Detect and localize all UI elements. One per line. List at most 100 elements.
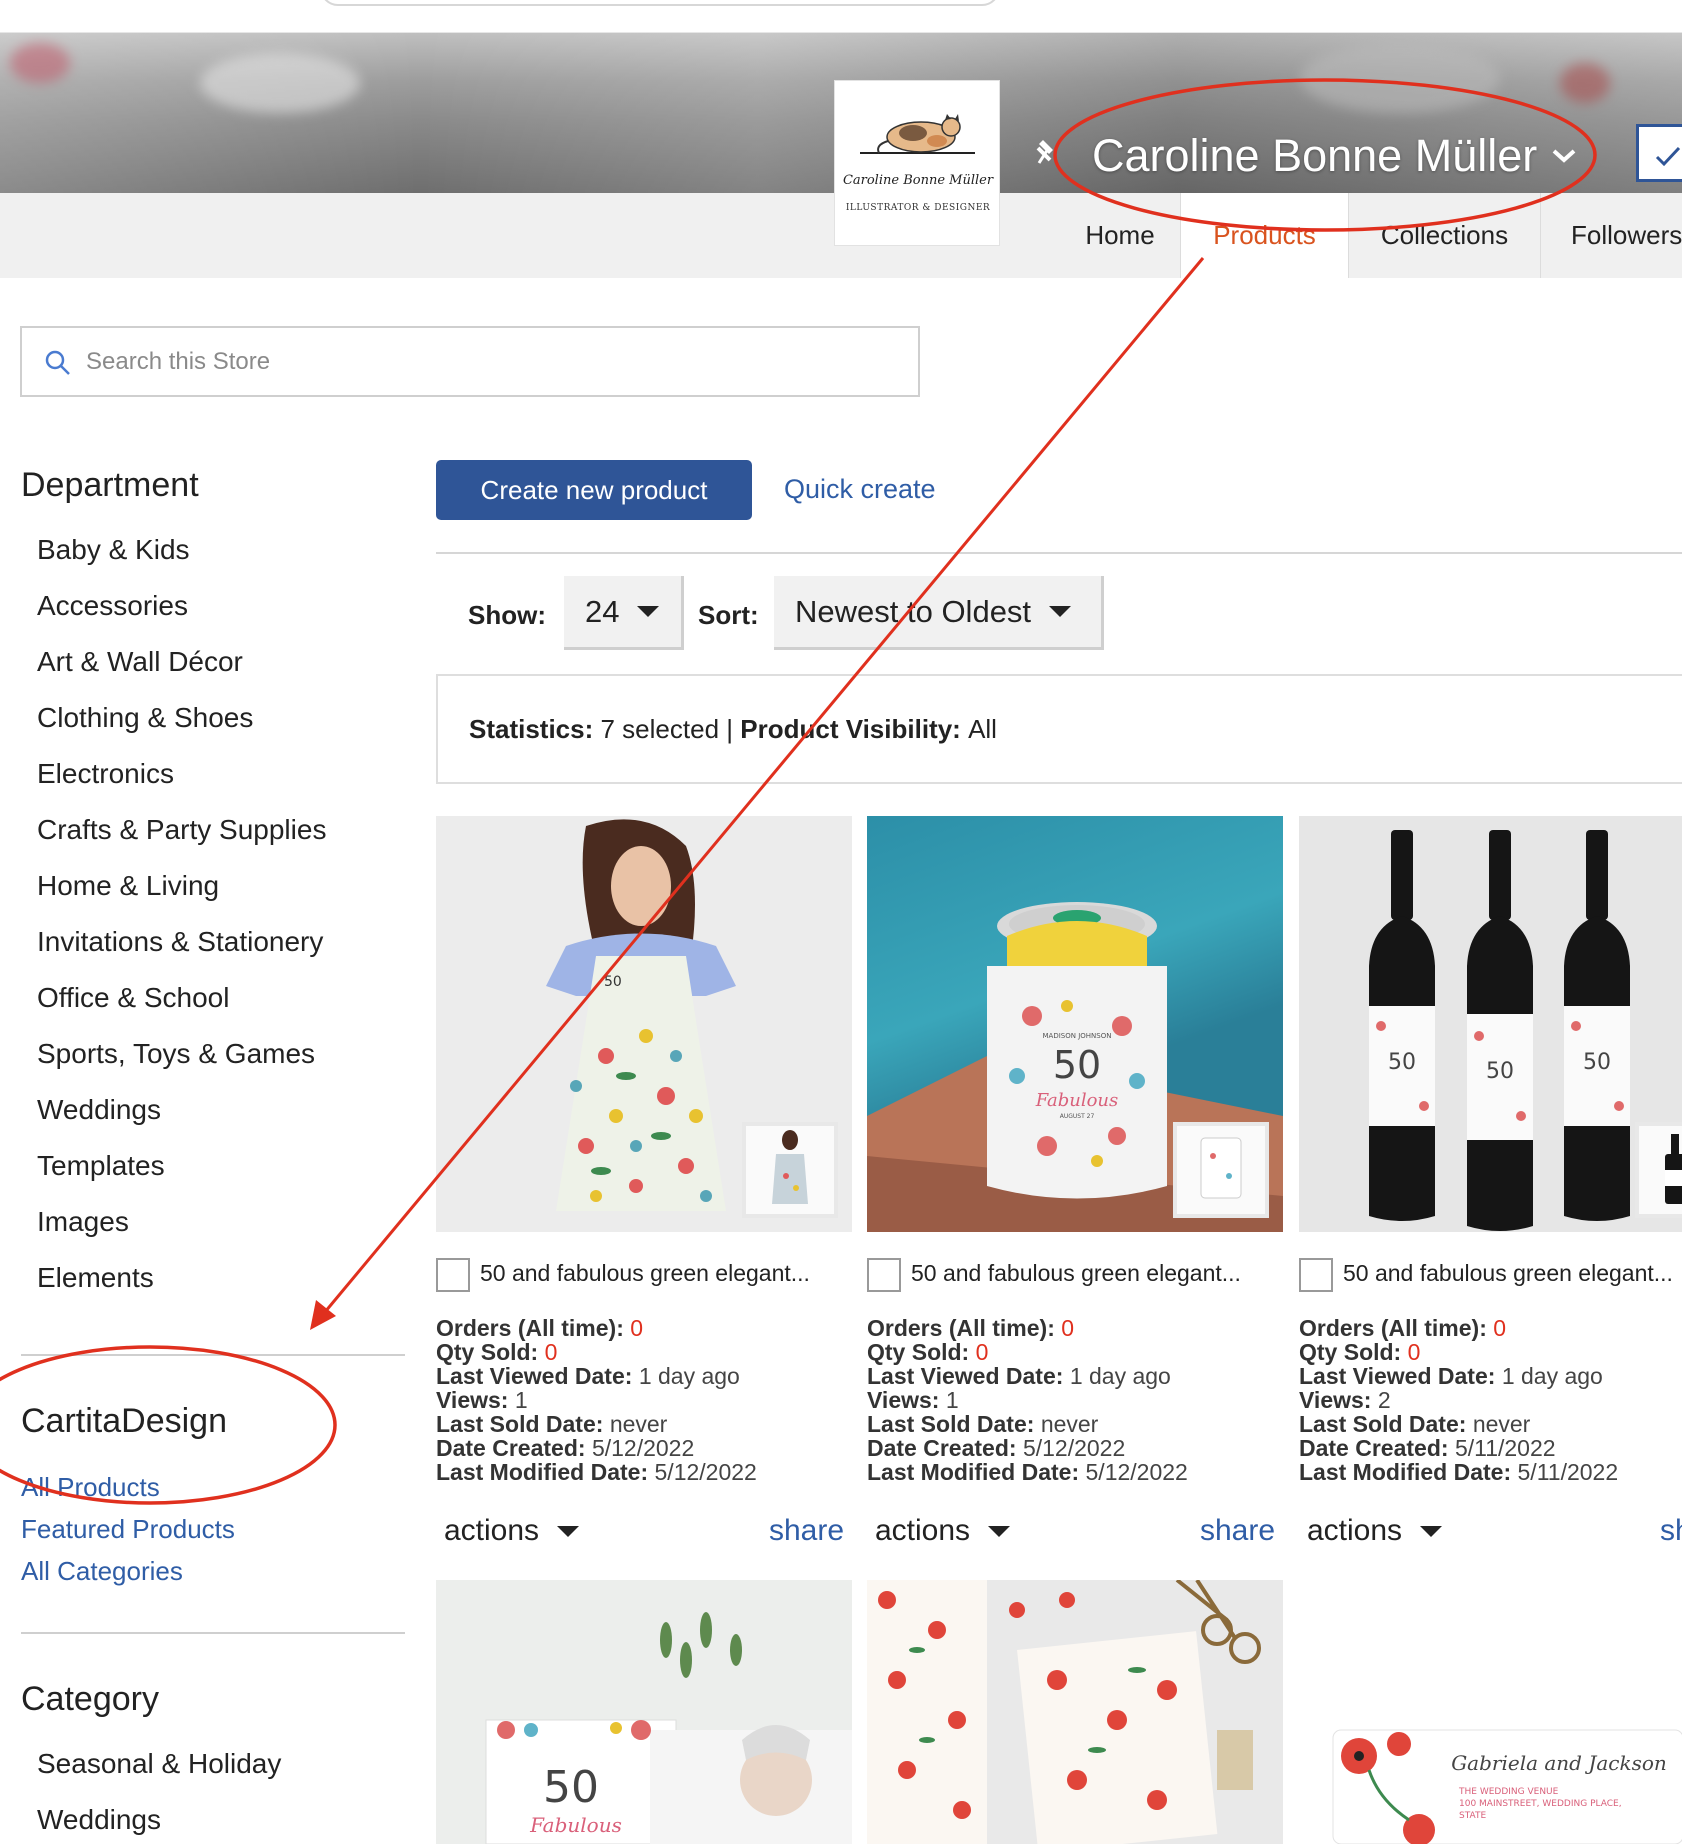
category-item[interactable]: Seasonal & Holiday bbox=[37, 1748, 281, 1780]
store-logo[interactable]: Caroline Bonne Müller ILLUSTRATOR & DESI… bbox=[834, 80, 1000, 246]
cat-illustration bbox=[860, 114, 975, 154]
product-card: Gabriela and Jackson THE WEDDING VENUE 1… bbox=[1299, 1580, 1682, 1844]
label-names: Gabriela and Jackson bbox=[1451, 1751, 1667, 1775]
product-image[interactable]: 50 Fabulous MADISON JOHNSON AUGUST 27 bbox=[867, 816, 1283, 1232]
quick-create-link[interactable]: Quick create bbox=[784, 474, 936, 505]
stat-label: Last Sold Date: bbox=[867, 1411, 1035, 1437]
share-link[interactable]: share bbox=[1200, 1514, 1275, 1548]
product-title[interactable]: 50 and fabulous green elegant... bbox=[480, 1260, 852, 1287]
invitation-script: Fabulous bbox=[529, 1813, 622, 1837]
stat-label: Views: bbox=[867, 1387, 940, 1413]
stat-value: 5/11/2022 bbox=[1454, 1435, 1556, 1461]
department-item[interactable]: Invitations & Stationery bbox=[37, 926, 323, 958]
department-item[interactable]: Baby & Kids bbox=[37, 534, 190, 566]
department-item[interactable]: Crafts & Party Supplies bbox=[37, 814, 326, 846]
featured-products-link[interactable]: Featured Products bbox=[21, 1514, 235, 1545]
alternate-view-thumbnail[interactable] bbox=[742, 1122, 838, 1218]
caret-down-icon bbox=[988, 1525, 1011, 1537]
product-image[interactable]: 50 bbox=[436, 816, 852, 1232]
stat-label: Last Modified Date: bbox=[1299, 1459, 1512, 1485]
product-image[interactable]: 50 50 50 bbox=[1299, 816, 1682, 1232]
create-new-product-button[interactable]: Create new product bbox=[436, 460, 752, 520]
department-item[interactable]: Weddings bbox=[37, 1094, 161, 1126]
actions-dropdown[interactable]: actions bbox=[875, 1514, 1011, 1548]
product-image[interactable] bbox=[867, 1580, 1283, 1844]
product-title[interactable]: 50 and fabulous green elegant... bbox=[1343, 1260, 1682, 1287]
alternate-view-thumbnail[interactable] bbox=[1173, 1122, 1269, 1218]
visibility-label: Product Visibility: bbox=[740, 713, 961, 744]
stat-value: 0 bbox=[1493, 1315, 1507, 1341]
tab-products[interactable]: Products bbox=[1180, 193, 1348, 278]
department-item[interactable]: Images bbox=[37, 1206, 129, 1238]
stat-value: 0 bbox=[975, 1339, 989, 1365]
follow-checkbox-button[interactable] bbox=[1636, 124, 1682, 182]
stat-value: 0 bbox=[544, 1339, 558, 1365]
tab-label: Collections bbox=[1380, 220, 1509, 250]
department-item[interactable]: Electronics bbox=[37, 758, 174, 790]
all-products-link[interactable]: All Products bbox=[21, 1472, 160, 1503]
select-checkbox[interactable] bbox=[867, 1258, 901, 1292]
department-item[interactable]: Art & Wall Décor bbox=[37, 646, 243, 678]
caret-down-icon bbox=[1049, 606, 1072, 617]
store-name-dropdown[interactable]: Caroline Bonne Müller bbox=[1092, 130, 1577, 182]
stat-value: 5/12/2022 bbox=[1085, 1459, 1188, 1485]
share-link[interactable]: share bbox=[769, 1514, 844, 1548]
department-item[interactable]: Sports, Toys & Games bbox=[37, 1038, 315, 1070]
actions-label: actions bbox=[1307, 1514, 1403, 1547]
stat-value: 5/11/2022 bbox=[1517, 1459, 1619, 1485]
bottle-thumbnail bbox=[1665, 1134, 1682, 1204]
product-card: 50 50 50 50 and fabulous green elegant..… bbox=[1299, 816, 1682, 1556]
pin-icon[interactable] bbox=[1034, 136, 1064, 166]
global-search-field[interactable] bbox=[320, 0, 1000, 6]
department-item[interactable]: Clothing & Shoes bbox=[37, 702, 253, 734]
label-line: THE WEDDING VENUE bbox=[1458, 1787, 1559, 1797]
select-checkbox[interactable] bbox=[1299, 1258, 1333, 1292]
statistics-value[interactable]: 7 selected bbox=[601, 714, 720, 745]
stat-label: Date Created: bbox=[436, 1435, 586, 1461]
sort-label: Sort: bbox=[698, 600, 759, 630]
alternate-view-thumbnail[interactable] bbox=[1635, 1122, 1682, 1218]
all-categories-link[interactable]: All Categories bbox=[21, 1556, 183, 1587]
tab-followers[interactable]: Followers bbox=[1540, 193, 1682, 278]
tab-label: Home bbox=[1085, 220, 1155, 250]
search-input[interactable] bbox=[86, 328, 906, 395]
show-select[interactable]: 24 bbox=[564, 576, 684, 650]
stat-label: Last Sold Date: bbox=[436, 1411, 604, 1437]
select-checkbox[interactable] bbox=[436, 1258, 470, 1292]
cooler-number: 50 bbox=[1053, 1043, 1101, 1087]
button-label: Create new product bbox=[480, 474, 708, 505]
department-item[interactable]: Elements bbox=[37, 1262, 154, 1294]
stat-value: 2 bbox=[1377, 1387, 1391, 1413]
department-item[interactable]: Office & School bbox=[37, 982, 229, 1014]
product-image[interactable]: 50 Fabulous bbox=[436, 1580, 852, 1844]
tab-home[interactable]: Home bbox=[1060, 193, 1180, 278]
store-search[interactable] bbox=[20, 326, 920, 397]
check-icon bbox=[1655, 146, 1681, 167]
stat-label: Qty Sold: bbox=[436, 1339, 539, 1365]
category-item[interactable]: Weddings bbox=[37, 1804, 161, 1836]
stat-label: Last Modified Date: bbox=[867, 1459, 1080, 1485]
wine-bottles-illustration: 50 50 50 bbox=[1369, 830, 1630, 1231]
chevron-down-icon bbox=[1552, 149, 1576, 163]
apron-thumbnail bbox=[772, 1130, 808, 1204]
top-bar bbox=[0, 0, 1682, 33]
department-item[interactable]: Templates bbox=[37, 1150, 165, 1182]
actions-dropdown[interactable]: actions bbox=[444, 1514, 580, 1548]
search-icon bbox=[45, 350, 70, 375]
product-title[interactable]: 50 and fabulous green elegant... bbox=[911, 1260, 1283, 1287]
visibility-value[interactable]: All bbox=[968, 714, 997, 745]
caret-down-icon bbox=[1420, 1525, 1443, 1537]
show-label: Show: bbox=[468, 600, 546, 630]
invitation-number: 50 bbox=[543, 1762, 599, 1813]
caret-down-icon bbox=[637, 606, 660, 617]
logo-subtitle: ILLUSTRATOR & DESIGNER bbox=[845, 203, 991, 213]
share-link[interactable]: share bbox=[1660, 1514, 1682, 1548]
department-item[interactable]: Accessories bbox=[37, 590, 188, 622]
actions-dropdown[interactable]: actions bbox=[1307, 1514, 1443, 1548]
logo-name: Caroline Bonne Müller bbox=[842, 173, 994, 188]
stat-label: Views: bbox=[436, 1387, 509, 1413]
sort-select[interactable]: Newest to Oldest bbox=[774, 576, 1104, 650]
tab-collections[interactable]: Collections bbox=[1348, 193, 1540, 278]
department-item[interactable]: Home & Living bbox=[37, 870, 219, 902]
product-image[interactable]: Gabriela and Jackson THE WEDDING VENUE 1… bbox=[1299, 1580, 1682, 1844]
